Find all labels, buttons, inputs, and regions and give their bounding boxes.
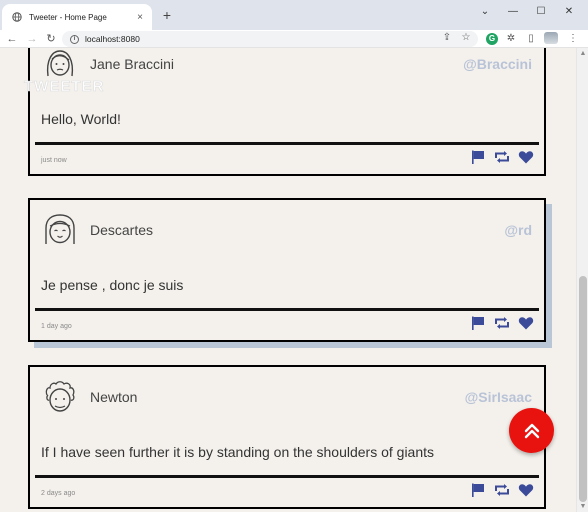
double-chevron-up-icon xyxy=(524,423,539,438)
tweet-card: Descartes @rd Je pense , donc je suis 1 … xyxy=(28,198,546,342)
tweet-author-handle[interactable]: @rd xyxy=(504,222,532,238)
flag-icon[interactable] xyxy=(470,482,486,498)
reload-icon[interactable]: ↻ xyxy=(44,32,58,46)
tweet-divider xyxy=(35,475,539,478)
tweet-text: If I have seen further it is by standing… xyxy=(41,444,435,460)
url-text: localhost:8080 xyxy=(85,34,140,44)
tweet-text: Hello, World! xyxy=(41,111,121,127)
brand-logo-text: TWEETER xyxy=(24,78,105,96)
tweet-actions xyxy=(470,315,534,331)
tweet-author-name: Jane Braccini xyxy=(90,56,175,72)
browser-menu-icon[interactable]: ⋮ xyxy=(566,32,580,46)
tweet-timestamp: 1 day ago xyxy=(41,323,72,330)
scroll-to-top-button[interactable] xyxy=(509,408,554,453)
scroll-up-arrow-icon[interactable]: ▲ xyxy=(579,50,587,57)
new-tab-button[interactable]: + xyxy=(160,8,174,22)
tweet-text: Je pense , donc je suis xyxy=(41,277,184,293)
browser-tab[interactable]: Tweeter - Home Page × xyxy=(2,4,152,30)
maximize-button[interactable]: ☐ xyxy=(534,6,548,17)
retweet-icon[interactable] xyxy=(494,315,510,331)
globe-icon xyxy=(12,12,22,22)
forward-icon[interactable]: → xyxy=(25,32,39,46)
profile-avatar[interactable] xyxy=(544,32,558,44)
tweet-divider xyxy=(35,142,539,145)
extensions-puzzle-icon[interactable]: ✲ xyxy=(504,32,518,46)
share-icon[interactable]: ⇪ xyxy=(440,31,454,45)
close-window-button[interactable]: ✕ xyxy=(562,6,576,17)
address-bar[interactable]: i localhost:8080 xyxy=(62,31,478,47)
browser-toolbar: ← → ↻ i localhost:8080 ⇪ ☆ G ✲ ▯ ⋮ xyxy=(0,30,588,48)
retweet-icon[interactable] xyxy=(494,149,510,165)
tweet-timestamp: 2 days ago xyxy=(41,490,76,497)
man-avatar-icon xyxy=(45,381,75,412)
page-scrollbar[interactable]: ▲ ▼ xyxy=(576,48,588,512)
tweet-author-name: Descartes xyxy=(90,222,154,238)
girl-avatar-icon xyxy=(45,214,75,244)
flag-icon[interactable] xyxy=(470,149,486,165)
tweet-author-handle[interactable]: @SirIsaac xyxy=(465,389,532,405)
grammarly-extension-icon[interactable]: G xyxy=(486,33,498,45)
bookmark-star-icon[interactable]: ☆ xyxy=(459,31,473,45)
tweet-card: Newton @SirIsaac If I have seen further … xyxy=(28,365,546,509)
browser-tab-bar: Tweeter - Home Page × + ⌄ — ☐ ✕ xyxy=(0,0,588,30)
tweet-divider xyxy=(35,308,539,311)
heart-icon[interactable] xyxy=(518,482,534,498)
close-tab-icon[interactable]: × xyxy=(132,12,148,23)
tweet-card: Jane Braccini @Braccini Hello, World! ju… xyxy=(28,48,546,176)
tab-search-icon[interactable]: ⌄ xyxy=(478,6,492,17)
tweet-actions xyxy=(470,482,534,498)
scrollbar-thumb[interactable] xyxy=(579,276,587,502)
minimize-button[interactable]: — xyxy=(506,6,520,17)
heart-icon[interactable] xyxy=(518,315,534,331)
woman-avatar-icon xyxy=(46,50,74,77)
back-icon[interactable]: ← xyxy=(5,32,19,46)
tab-title: Tweeter - Home Page xyxy=(29,12,107,22)
retweet-icon[interactable] xyxy=(494,482,510,498)
tweet-author-handle[interactable]: @Braccini xyxy=(463,56,532,72)
page-viewport: TWEETER Jane Braccini @Braccini Hello, W… xyxy=(0,48,588,512)
tweet-actions xyxy=(470,149,534,165)
tweet-timestamp: just now xyxy=(41,157,67,164)
site-info-icon[interactable]: i xyxy=(70,34,79,44)
scroll-down-arrow-icon[interactable]: ▼ xyxy=(579,503,587,510)
heart-icon[interactable] xyxy=(518,149,534,165)
side-panel-icon[interactable]: ▯ xyxy=(524,32,538,46)
tweet-author-name: Newton xyxy=(90,389,138,405)
flag-icon[interactable] xyxy=(470,315,486,331)
